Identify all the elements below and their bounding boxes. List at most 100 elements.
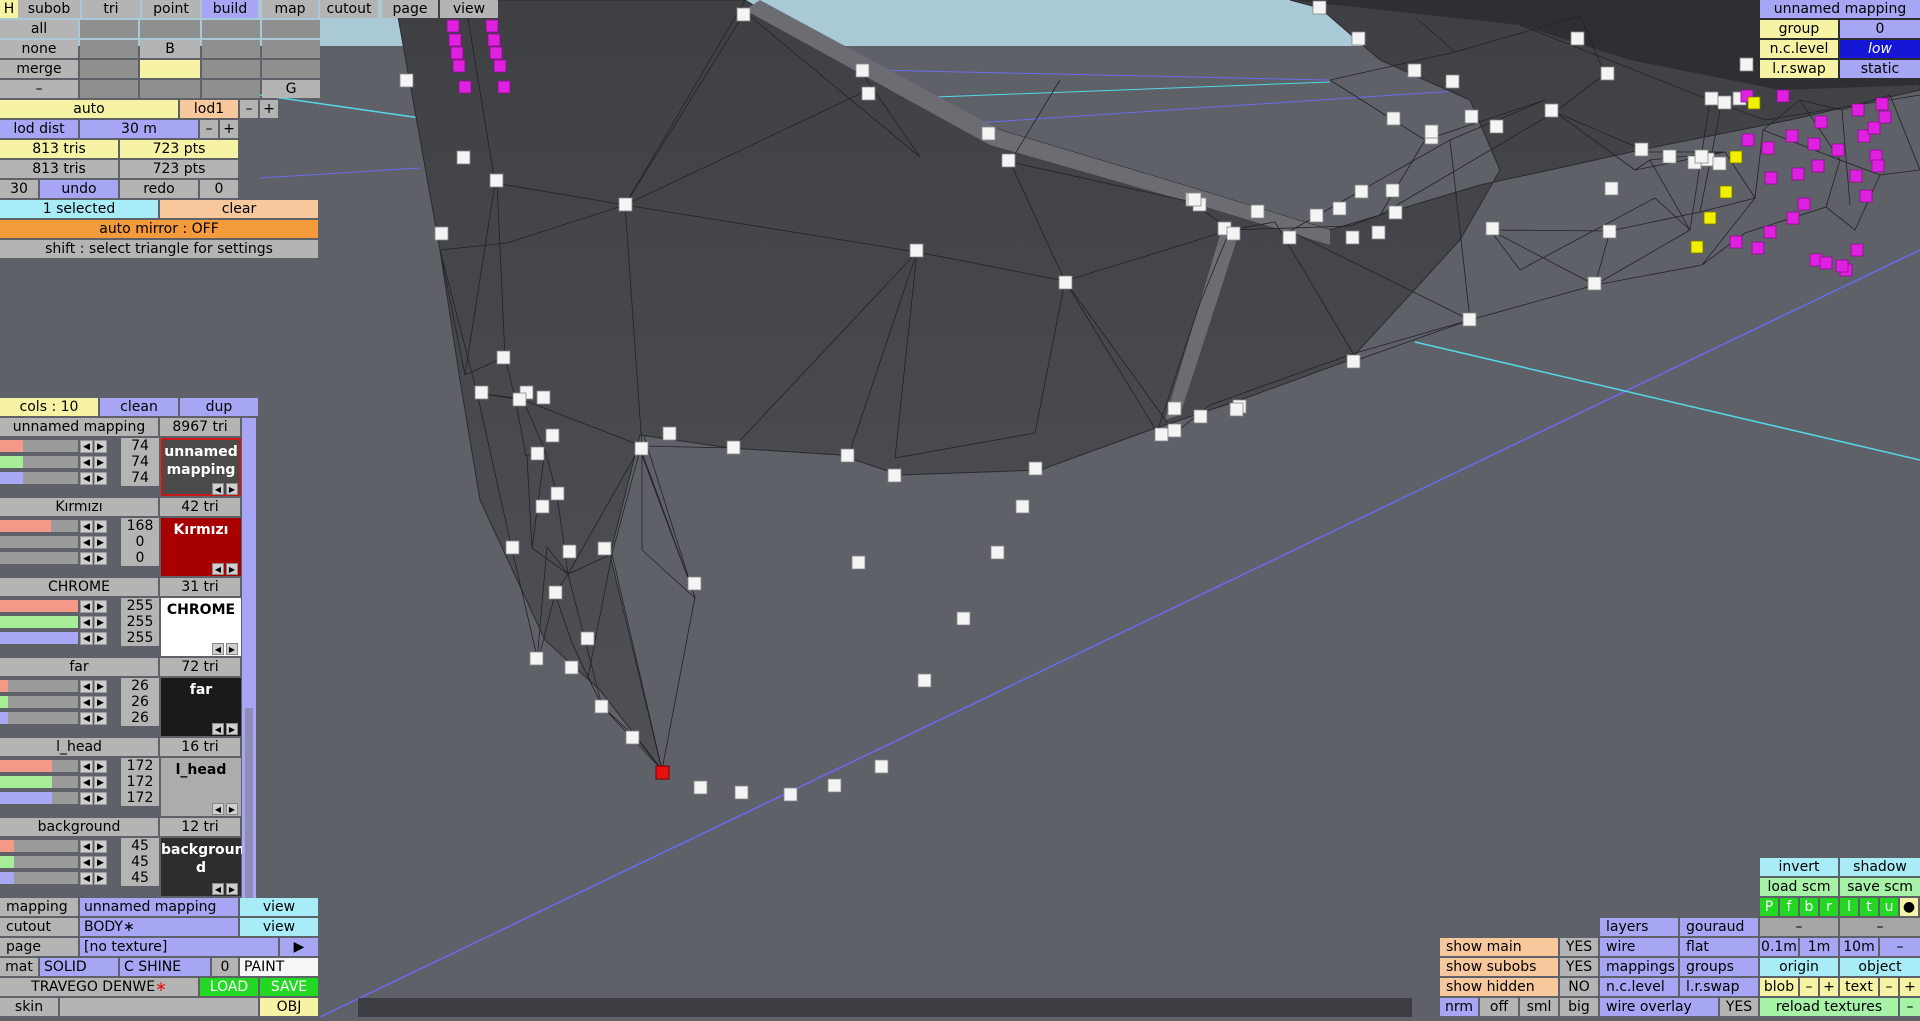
- lod-dist-value[interactable]: 30 m: [80, 120, 198, 138]
- decrement-b-button[interactable]: ◀: [80, 552, 93, 565]
- decrement-b-button[interactable]: ◀: [80, 712, 93, 725]
- decrement-g-button[interactable]: ◀: [80, 536, 93, 549]
- channel-slider-r[interactable]: [0, 600, 78, 612]
- decrement-g-button[interactable]: ◀: [80, 776, 93, 789]
- tab-view[interactable]: view: [440, 0, 498, 18]
- preview-next-button[interactable]: ▶: [226, 643, 238, 655]
- view-dot-button[interactable]: ●: [1900, 898, 1918, 916]
- gouraud-button[interactable]: gouraud: [1680, 918, 1758, 936]
- redo-button[interactable]: redo: [120, 180, 198, 198]
- increment-b-button[interactable]: ▶: [94, 472, 107, 485]
- view-P-button[interactable]: P: [1760, 898, 1778, 916]
- preview-prev-button[interactable]: ◀: [212, 883, 224, 895]
- mappings-scrollbar-track[interactable]: [245, 708, 253, 898]
- grid-dash-button[interactable]: –: [1880, 938, 1920, 956]
- mapping-name[interactable]: l_head: [0, 738, 158, 756]
- clean-button[interactable]: clean: [100, 398, 178, 416]
- lod-dist-minus-button[interactable]: –: [200, 120, 218, 138]
- origin-button[interactable]: origin: [1760, 958, 1838, 976]
- wire-overlay-value[interactable]: YES: [1720, 998, 1758, 1016]
- blob-minus-button[interactable]: –: [1800, 978, 1818, 996]
- save-button[interactable]: SAVE: [260, 978, 318, 996]
- select-none-button[interactable]: none: [0, 40, 78, 58]
- dash-right[interactable]: –: [1840, 918, 1920, 936]
- dash-button[interactable]: –: [0, 80, 78, 98]
- show-subobs-label[interactable]: show subobs: [1440, 958, 1558, 976]
- cshine-button[interactable]: C SHINE: [120, 958, 210, 976]
- increment-g-button[interactable]: ▶: [94, 776, 107, 789]
- view-t-button[interactable]: t: [1860, 898, 1878, 916]
- increment-g-button[interactable]: ▶: [94, 536, 107, 549]
- cutout-value[interactable]: BODY∗: [80, 918, 238, 936]
- preview-prev-button[interactable]: ◀: [212, 723, 224, 735]
- decrement-b-button[interactable]: ◀: [80, 792, 93, 805]
- increment-r-button[interactable]: ▶: [94, 680, 107, 693]
- auto-lod-button[interactable]: auto: [0, 100, 178, 118]
- grid-cell[interactable]: [80, 20, 138, 38]
- increment-r-button[interactable]: ▶: [94, 520, 107, 533]
- channel-slider-b[interactable]: [0, 792, 78, 804]
- g-button[interactable]: G: [262, 80, 320, 98]
- decrement-r-button[interactable]: ◀: [80, 840, 93, 853]
- b-button[interactable]: B: [140, 40, 200, 58]
- increment-b-button[interactable]: ▶: [94, 792, 107, 805]
- page-next-button[interactable]: ▶: [280, 938, 318, 956]
- invert-button[interactable]: invert: [1760, 858, 1838, 876]
- tab-map[interactable]: map: [262, 0, 318, 18]
- show-hidden-value[interactable]: NO: [1560, 978, 1598, 996]
- tab-cutout[interactable]: cutout: [320, 0, 378, 18]
- grid-cell[interactable]: [262, 20, 320, 38]
- off-button[interactable]: off: [1480, 998, 1518, 1016]
- mapping-name[interactable]: background: [0, 818, 158, 836]
- preview-prev-button[interactable]: ◀: [212, 643, 224, 655]
- text-plus-button[interactable]: +: [1900, 978, 1920, 996]
- channel-slider-g[interactable]: [0, 456, 78, 468]
- nclevel-value[interactable]: low: [1840, 40, 1920, 58]
- page-value[interactable]: [no texture]: [80, 938, 278, 956]
- mapping-name[interactable]: far: [0, 658, 158, 676]
- grid-0.1m-button[interactable]: 0.1m: [1760, 938, 1798, 956]
- object-button[interactable]: object: [1840, 958, 1920, 976]
- channel-slider-g[interactable]: [0, 696, 78, 708]
- decrement-g-button[interactable]: ◀: [80, 856, 93, 869]
- grid-cell[interactable]: [262, 40, 320, 58]
- view-u-button[interactable]: u: [1880, 898, 1898, 916]
- channel-slider-b[interactable]: [0, 552, 78, 564]
- mapping-name[interactable]: Kırmızı: [0, 498, 158, 516]
- solid-button[interactable]: SOLID: [40, 958, 118, 976]
- channel-slider-b[interactable]: [0, 632, 78, 644]
- viewport-scene[interactable]: [0, 0, 1920, 1018]
- increment-g-button[interactable]: ▶: [94, 856, 107, 869]
- increment-r-button[interactable]: ▶: [94, 840, 107, 853]
- 3d-viewport[interactable]: [0, 0, 1920, 1018]
- channel-slider-b[interactable]: [0, 472, 78, 484]
- show-main-value[interactable]: YES: [1560, 938, 1598, 956]
- dash-left[interactable]: –: [1760, 918, 1838, 936]
- increment-r-button[interactable]: ▶: [94, 440, 107, 453]
- select-all-button[interactable]: all: [0, 20, 78, 38]
- lod-plus-button[interactable]: +: [260, 100, 278, 118]
- decrement-r-button[interactable]: ◀: [80, 440, 93, 453]
- cols-count[interactable]: cols : 10: [0, 398, 98, 416]
- channel-slider-b[interactable]: [0, 712, 78, 724]
- undo-button[interactable]: undo: [40, 180, 118, 198]
- dup-button[interactable]: dup: [180, 398, 258, 416]
- mapping-name[interactable]: CHROME: [0, 578, 158, 596]
- channel-slider-g[interactable]: [0, 776, 78, 788]
- grid-cell[interactable]: [202, 80, 260, 98]
- show-main-label[interactable]: show main: [1440, 938, 1558, 956]
- grid-cell[interactable]: [140, 80, 200, 98]
- auto-mirror-toggle[interactable]: auto mirror : OFF: [0, 220, 318, 238]
- layers-button[interactable]: layers: [1600, 918, 1678, 936]
- show-subobs-value[interactable]: YES: [1560, 958, 1598, 976]
- preview-next-button[interactable]: ▶: [226, 723, 238, 735]
- preview-next-button[interactable]: ▶: [226, 563, 238, 575]
- increment-g-button[interactable]: ▶: [94, 616, 107, 629]
- increment-g-button[interactable]: ▶: [94, 696, 107, 709]
- tab-page[interactable]: page: [382, 0, 438, 18]
- grid-10m-button[interactable]: 10m: [1840, 938, 1878, 956]
- shadow-button[interactable]: shadow: [1840, 858, 1920, 876]
- obj-button[interactable]: OBJ: [260, 998, 318, 1016]
- tab-point[interactable]: point: [142, 0, 200, 18]
- increment-b-button[interactable]: ▶: [94, 552, 107, 565]
